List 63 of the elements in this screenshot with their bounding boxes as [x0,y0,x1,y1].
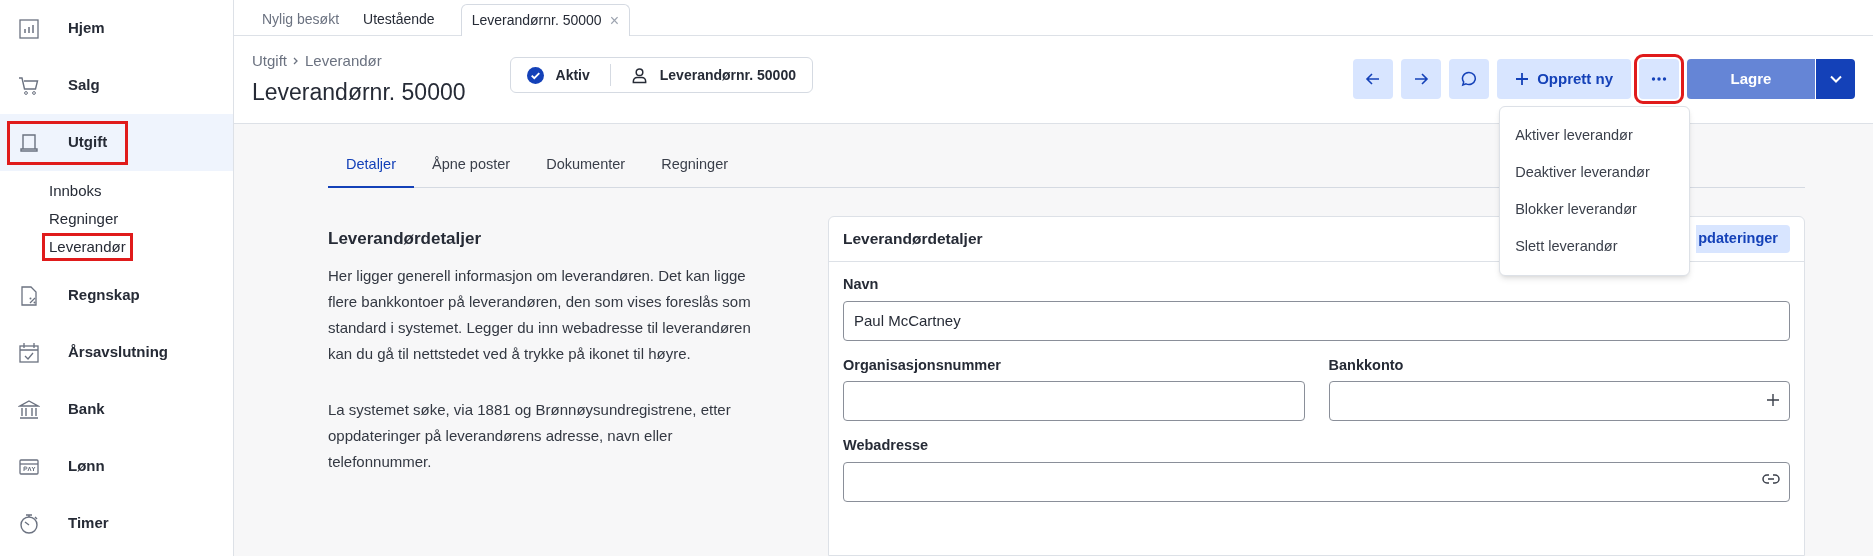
sidebar-item[interactable]: Hjem [7,6,126,51]
comment-button[interactable] [1449,59,1490,99]
back-button[interactable] [1353,59,1394,99]
stopwatch-icon [18,512,40,535]
menu-item[interactable]: Blokker leverandør [1500,191,1690,228]
top-tab[interactable]: Nylig besøkt [252,3,350,35]
receipt-icon [18,131,40,154]
arrow-left-icon [1365,71,1382,87]
description-text: La systemet søke, via 1881 og Brønnøysundregistrene, etter oppdateringer på leverandørens adresse, navn eller telefonnummer. [328,400,732,473]
submenu-item[interactable]: Innboks [42,177,109,205]
document-percent-icon [18,284,40,307]
input-field[interactable] [1328,381,1790,422]
field-label: Navn [843,274,880,294]
plus-icon [1515,72,1530,86]
input-field[interactable] [843,462,1790,502]
updates-button[interactable]: pdateringer [1696,224,1790,253]
submenu-item[interactable]: Leverandør [42,233,133,261]
menu-item[interactable]: Deaktiver leverandør [1500,154,1690,191]
speech-bubble-icon [1461,71,1478,87]
input-field[interactable]: Paul McCartney [843,300,1790,341]
field-label: Bankkonto [1328,355,1405,375]
top-tab[interactable]: Utestående [353,3,445,35]
calendar-check-icon [18,341,40,364]
check-circle-icon [526,66,544,84]
field-label: Organisasjonsnummer [843,355,1002,375]
supplier-text: Leverandørnr. 50000 [659,65,796,85]
menu-item[interactable]: Aktiver leverandør [1500,117,1690,154]
plus-icon[interactable] [1766,393,1780,408]
cart-icon [18,74,40,97]
page-title: Leverandørnr. 50000 [252,77,466,107]
save-button[interactable]: Lagre [1687,59,1815,99]
tab[interactable]: Dokumenter [528,154,644,188]
sidebar-item[interactable]: Lønn [7,444,126,489]
tab[interactable]: Regninger [643,154,747,188]
forward-button[interactable] [1401,59,1442,99]
sidebar-item[interactable]: Bank [7,387,126,432]
status-text: Aktiv [555,65,590,85]
link-icon[interactable] [1762,474,1780,484]
top-tab[interactable]: Leverandørnr. 50000 × [460,4,630,36]
menu-item[interactable]: Slett leverandør [1500,228,1690,265]
person-icon [630,66,648,84]
sidebar-item[interactable]: Regnskap [7,273,161,318]
tab[interactable]: Detaljer [328,154,414,188]
submenu-item[interactable]: Regninger [42,205,126,233]
save-options-button[interactable] [1816,59,1855,99]
card-title: Leverandørdetaljer [843,229,983,250]
description-text: Her ligger generell informasjon om leverandøren. Det kan ligge flere bankkontoer på leverandøren, den som vises foreslås som standard i systemet. Legger du inn webadresse til leverandøren kan du gå til nettstedet ved å trykke på ikonet til høyre. [328,266,752,365]
bank-icon [18,398,40,421]
sidebar-item[interactable]: Utgift [7,120,129,165]
sidebar-item[interactable]: Årsavslutning [7,330,190,375]
more-icon [1651,77,1667,81]
breadcrumb-link[interactable]: Utgift [252,50,287,73]
input-field[interactable] [843,381,1305,422]
section-heading: Leverandørdetaljer [328,227,483,250]
sidebar-item[interactable]: Salg [7,63,121,108]
breadcrumb-link[interactable]: Leverandør [305,50,382,73]
tab[interactable]: Åpne poster [413,154,529,188]
chevron-down-icon [1828,74,1843,84]
arrow-right-icon [1413,71,1430,87]
sidebar-item[interactable]: Timer [7,501,130,546]
field-label: Webadresse [843,436,930,456]
create-new-button[interactable]: Opprett ny [1497,59,1631,99]
bar-chart-icon [18,17,40,40]
